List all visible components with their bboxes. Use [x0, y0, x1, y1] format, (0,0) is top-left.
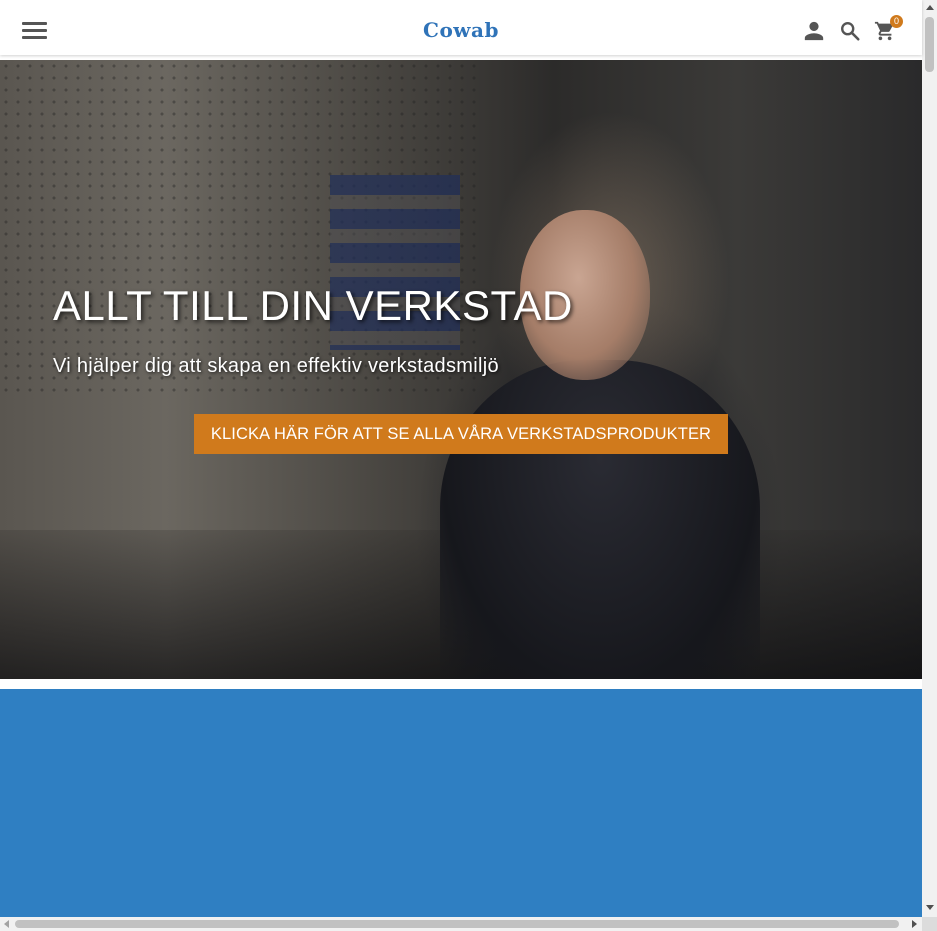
site-header: Cowab 0 [0, 0, 922, 55]
cart-count-badge: 0 [890, 15, 903, 28]
hero-worker-figure [440, 360, 760, 679]
view-workshop-products-button[interactable]: KLICKA HÄR FÖR ATT SE ALLA VÅRA VERKSTAD… [194, 414, 728, 454]
site-logo[interactable]: Cowab [0, 18, 922, 42]
horizontal-scrollbar[interactable] [0, 917, 922, 931]
scroll-right-arrow-icon[interactable] [912, 920, 917, 928]
hero-subtitle: Vi hjälper dig att skapa en effektiv ver… [53, 355, 499, 377]
search-icon[interactable] [839, 20, 861, 42]
horizontal-scroll-thumb[interactable] [15, 920, 899, 928]
scrollbar-corner [922, 917, 937, 931]
blue-content-section [0, 689, 922, 917]
person-icon[interactable] [803, 20, 825, 42]
scroll-down-arrow-icon[interactable] [926, 905, 934, 910]
scroll-left-arrow-icon[interactable] [4, 920, 9, 928]
scroll-up-arrow-icon[interactable] [926, 5, 934, 10]
hero-banner: ALLT TILL DIN VERKSTAD Vi hjälper dig at… [0, 60, 922, 679]
vertical-scroll-thumb[interactable] [925, 17, 934, 72]
hero-title: ALLT TILL DIN VERKSTAD [53, 282, 573, 329]
vertical-scrollbar[interactable] [922, 0, 937, 917]
